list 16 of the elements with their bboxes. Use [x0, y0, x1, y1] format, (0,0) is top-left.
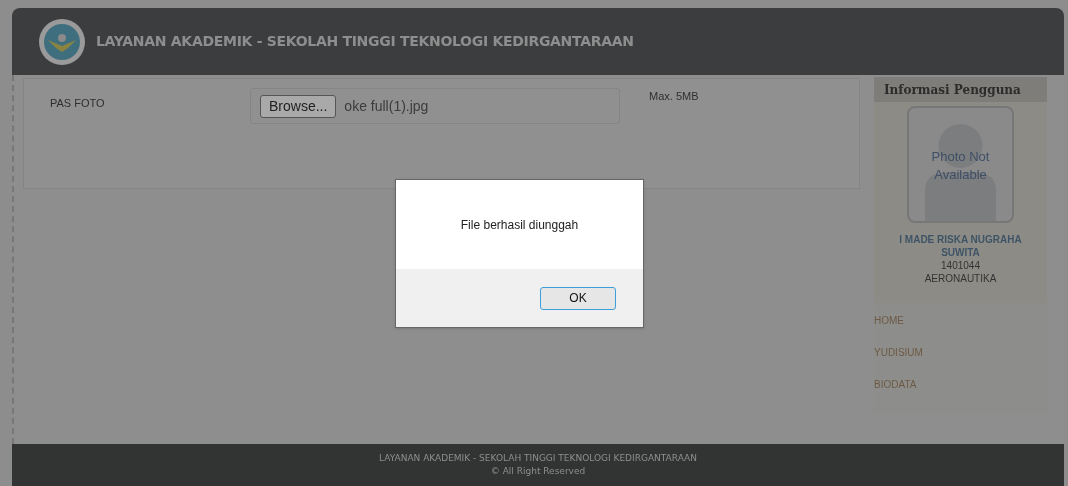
size-hint: Max. 5MB — [649, 89, 699, 104]
user-name: I MADE RISKA NUGRAHA SUWITA — [898, 233, 1023, 259]
user-program: AERONAUTIKA — [924, 272, 997, 285]
header-title: LAYANAN AKADEMIK - SEKOLAH TINGGI TEKNOLOGI KEDIRGANTARAAN — [96, 32, 634, 51]
copyright-text: © All Right Reserved — [490, 465, 586, 478]
ok-button[interactable]: OK — [540, 286, 616, 310]
user-id: 1401044 — [941, 259, 980, 272]
file-input[interactable]: Browse... oke full(1).jpg — [250, 88, 620, 124]
file-name: oke full(1).jpg — [344, 96, 429, 116]
sidebar-title: Informasi Pengguna — [874, 77, 1047, 102]
field-label: PAS FOTO — [50, 96, 106, 111]
dialog-message: File berhasil diunggah — [460, 216, 579, 234]
footer-title: LAYANAN AKADEMIK - SEKOLAH TINGGI TEKNOLOGI KEDIRGANTARAAN — [379, 451, 697, 465]
photo-caption: Photo Not Available — [930, 148, 991, 184]
emblem-logo — [38, 17, 86, 66]
browse-button[interactable]: Browse... — [260, 94, 337, 118]
